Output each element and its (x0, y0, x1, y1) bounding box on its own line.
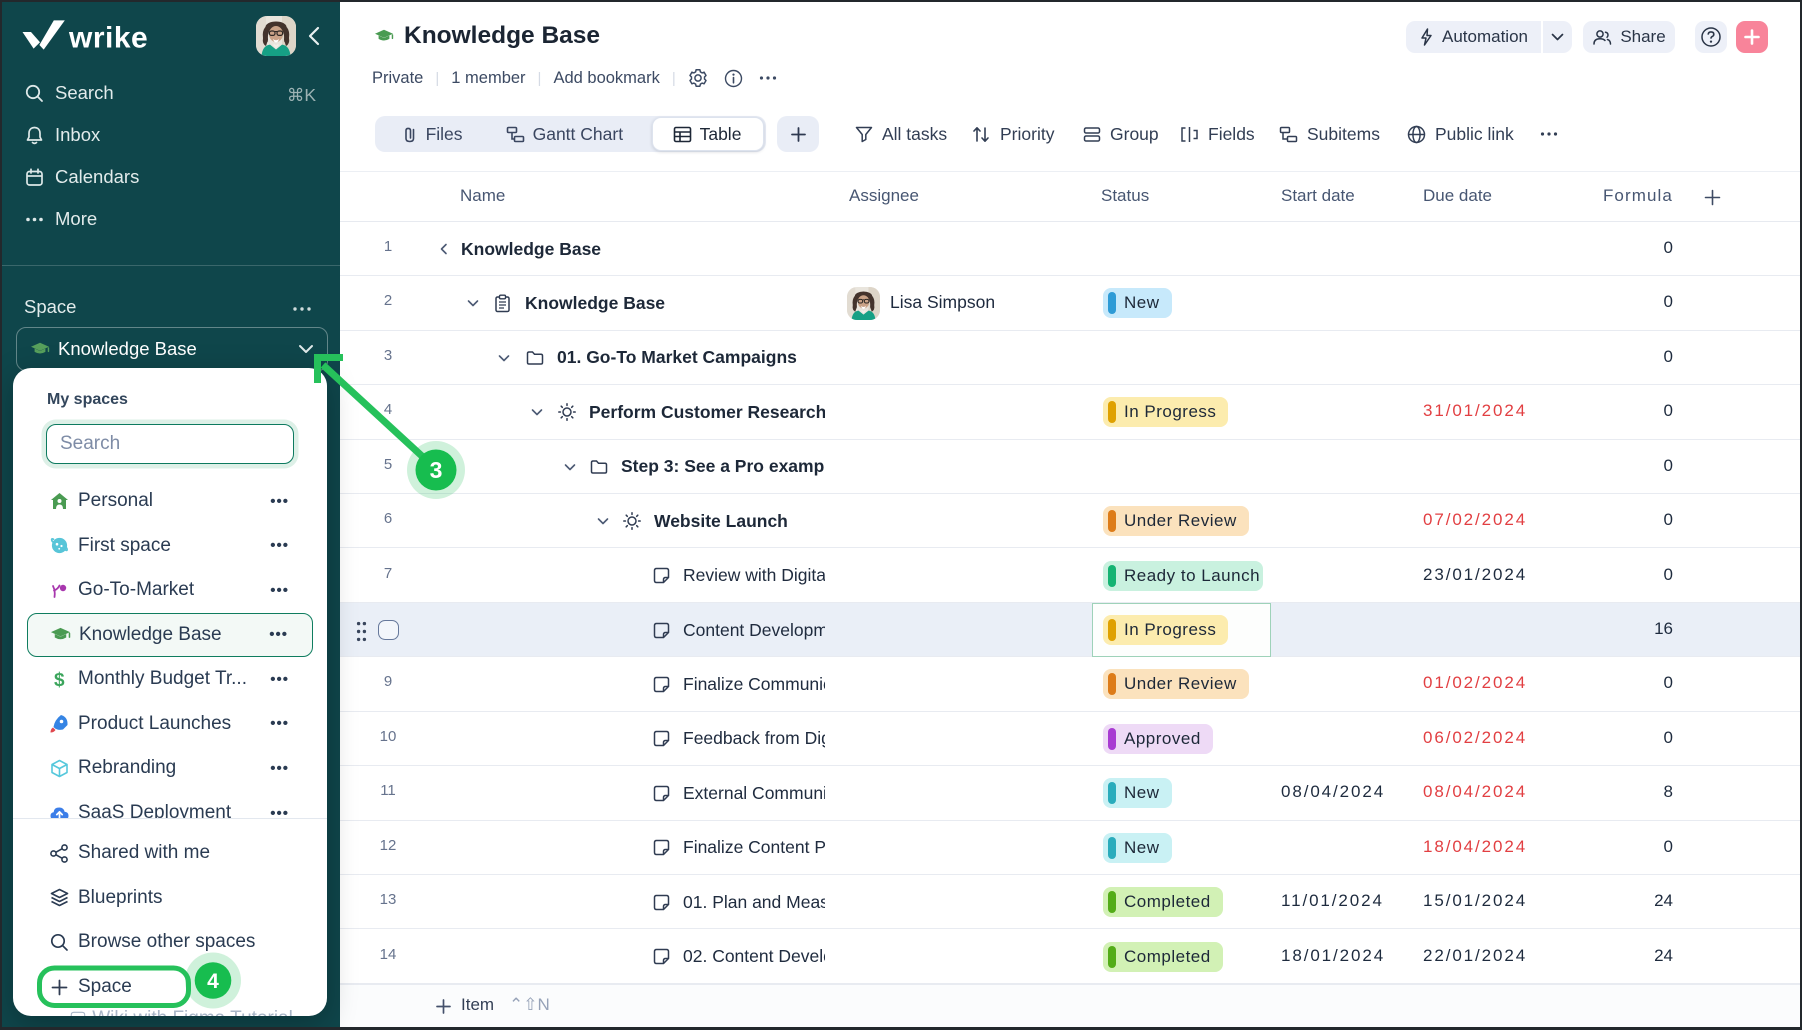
svg-text:$: $ (54, 670, 65, 690)
svg-text:wrike: wrike (68, 22, 148, 55)
